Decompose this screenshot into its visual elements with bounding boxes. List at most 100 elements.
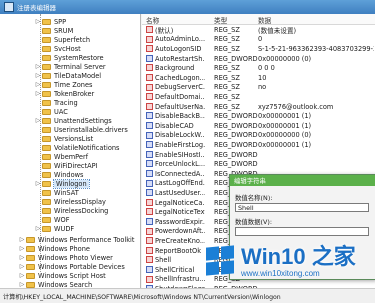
tree-item[interactable]: ▷ Windows Photo Viewer (18, 253, 113, 262)
tree-item-label: Windows Search (38, 280, 93, 289)
tree-item[interactable]: SvcHost (34, 44, 81, 53)
tree-item-label: SPP (54, 17, 67, 26)
expand-arrow-icon[interactable]: ▷ (18, 281, 26, 288)
value-row[interactable]: EnableFirstLog... REG_DWORD 0x00000001 (1) (142, 140, 375, 150)
tree-item[interactable]: WOF (34, 215, 70, 224)
expand-arrow-icon[interactable]: ▷ (18, 272, 26, 279)
column-header-data[interactable]: 数据 (258, 15, 271, 25)
folder-icon (42, 126, 51, 133)
expand-arrow-icon[interactable]: ▷ (34, 225, 42, 232)
value-row[interactable]: EnableSIHostI... REG_DWORD (142, 150, 375, 160)
tree-item[interactable]: Superfetch (34, 35, 90, 44)
binary-value-icon (146, 112, 153, 120)
expand-arrow-icon[interactable]: ▷ (18, 236, 26, 243)
registry-tree-pane[interactable]: ▷ SPP SRUM Superfetch SvcHost SystemRestore ▷ T… (0, 14, 141, 288)
folder-icon (42, 18, 51, 25)
value-row[interactable]: CachedLogon... REG_SZ 10 (142, 73, 375, 83)
value-name-field[interactable]: Shell (235, 203, 369, 212)
value-row[interactable]: DefaultDomai... REG_SZ (142, 92, 375, 102)
value-row[interactable]: DefaultUserNa... REG_SZ xyz7576@outlook.co… (142, 102, 375, 112)
string-value-icon (146, 246, 153, 254)
folder-icon (42, 207, 51, 214)
folder-icon (42, 81, 51, 88)
expand-arrow-icon[interactable]: ▷ (34, 72, 42, 79)
tree-item[interactable]: ▷ Time Zones (34, 80, 93, 89)
value-row[interactable]: DisableCAD REG_DWORD 0x00000001 (1) (142, 121, 375, 131)
expand-arrow-icon[interactable]: ▷ (18, 263, 26, 270)
folder-icon (42, 54, 51, 61)
tree-item[interactable]: ▷ Terminal Server (34, 62, 106, 71)
folder-icon (42, 135, 51, 142)
value-row[interactable]: (默认) REG_SZ (数值未设置) (142, 25, 375, 35)
tree-item[interactable]: Userinstallable.drivers (34, 125, 128, 134)
value-name: PowerdownAft... (155, 227, 205, 236)
value-type: REG_SZ (214, 92, 240, 101)
tree-item[interactable]: ▷ Windows Performance Toolkit (18, 235, 135, 244)
string-value-icon (146, 35, 153, 43)
binary-value-icon (146, 54, 153, 62)
regedit-app-icon (4, 2, 14, 12)
expand-arrow-icon[interactable]: ▷ (18, 254, 26, 261)
value-row[interactable]: DisableBackB... REG_DWORD 0x00000001 (1) (142, 111, 375, 121)
tree-item-label: Windows Script Host (38, 271, 106, 280)
tree-item[interactable]: ▷ UnattendSettings (34, 116, 112, 125)
tree-item-label: Windows Performance Toolkit (38, 235, 135, 244)
binary-value-icon (146, 266, 153, 273)
value-row[interactable]: ForceUnlockL... REG_DWORD (142, 159, 375, 169)
tree-item[interactable]: ▷ SPP (34, 17, 66, 26)
folder-icon (26, 236, 35, 243)
tree-item[interactable]: VersionsList (34, 134, 93, 143)
expand-arrow-icon[interactable]: ▷ (34, 180, 42, 187)
expand-arrow-icon[interactable]: ▷ (34, 81, 42, 88)
tree-item[interactable]: SRUM (34, 26, 73, 35)
value-row[interactable]: DisableLockW... REG_DWORD 0x00000000 (0) (142, 131, 375, 141)
tree-item[interactable]: Windows (34, 170, 83, 179)
tree-item[interactable]: WirelessDisplay (34, 197, 106, 206)
tree-item-label: UAC (54, 107, 68, 116)
tree-item[interactable]: UAC (34, 107, 68, 116)
tree-item[interactable]: ▷ Winlogon (34, 178, 90, 189)
folder-icon (26, 263, 35, 270)
tree-item[interactable]: ▷ TokenBroker (34, 89, 95, 98)
tree-item-label: Time Zones (54, 80, 93, 89)
value-row[interactable]: AutoRestartSh... REG_DWORD 0x00000000 (0) (142, 54, 375, 64)
tree-item[interactable]: VolatileNotifications (34, 143, 119, 152)
value-row[interactable]: DebugServerC... REG_SZ no (142, 83, 375, 93)
value-row[interactable]: Background REG_SZ 0 0 0 (142, 63, 375, 73)
tree-item[interactable]: WinSAT (34, 188, 79, 197)
value-name: EnableFirstLog... (155, 140, 205, 149)
tree-item-label: Winlogon (53, 178, 90, 189)
tree-item[interactable]: WbemPerf (34, 152, 88, 161)
value-data: 10 (258, 73, 267, 82)
tree-item[interactable]: Tracing (34, 98, 78, 107)
folder-icon (26, 272, 35, 279)
value-data-label: 数值数据(V): (235, 218, 273, 226)
value-name: DefaultUserNa... (155, 102, 205, 111)
tree-item[interactable]: ▷ TileDataModel (34, 71, 101, 80)
windows-logo-icon (206, 245, 236, 276)
expand-arrow-icon[interactable]: ▷ (34, 18, 42, 25)
tree-item[interactable]: WirelessDocking (34, 206, 108, 215)
tree-item[interactable]: SystemRestore (34, 53, 104, 62)
tree-item[interactable]: WiFiDirectAPI (34, 161, 98, 170)
value-row[interactable]: AutoAdminLo... REG_SZ 0 (142, 35, 375, 45)
column-header-name[interactable]: 名称 (146, 15, 159, 25)
expand-arrow-icon[interactable]: ▷ (34, 117, 42, 124)
expand-arrow-icon[interactable]: ▷ (34, 63, 42, 70)
tree-item[interactable]: ▷ WUDF (34, 224, 75, 233)
tree-item-label: Terminal Server (54, 62, 106, 71)
dialog-title: 编辑字符串 (230, 175, 375, 186)
value-data-field[interactable] (235, 227, 369, 236)
value-name: Shell (155, 256, 172, 265)
value-row[interactable]: AutoLogonSID REG_SZ S-1-5-21-963362393-408… (142, 44, 375, 54)
tree-item[interactable]: ▷ Windows Phone (18, 244, 90, 253)
tree-item[interactable]: ▷ Windows Portable Devices (18, 262, 125, 271)
window-title: 注册表编辑器 (17, 4, 56, 12)
value-data: 0x00000000 (0) (258, 131, 312, 140)
expand-arrow-icon[interactable]: ▷ (18, 245, 26, 252)
folder-icon (42, 108, 51, 115)
tree-item[interactable]: ▷ Windows Search (18, 280, 93, 289)
tree-item[interactable]: ▷ Windows Script Host (18, 271, 106, 280)
expand-arrow-icon[interactable]: ▷ (34, 90, 42, 97)
column-header-type[interactable]: 类型 (214, 15, 227, 25)
